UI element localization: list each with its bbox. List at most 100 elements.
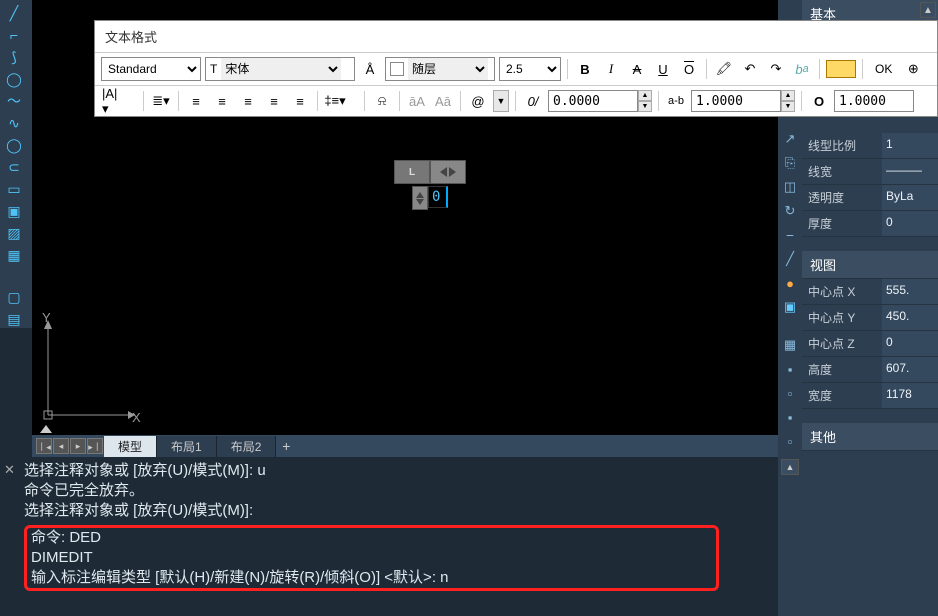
highlight-icon[interactable]: 🖍 — [713, 58, 735, 80]
canvas-marker-icon — [40, 425, 52, 433]
move-tool-icon[interactable]: ↗ — [781, 130, 799, 148]
mtext-editor[interactable]: L 0 — [394, 160, 466, 210]
overline-button[interactable]: O — [678, 58, 700, 80]
gradient-tool-icon[interactable]: ▦ — [0, 246, 28, 264]
options-icon[interactable]: ⊕ — [902, 58, 924, 80]
ruler-left-handle-icon[interactable] — [440, 167, 447, 177]
align-left-icon[interactable]: ≡ — [185, 90, 207, 112]
region-tool-icon[interactable]: ▢ — [0, 288, 28, 306]
ruler-corner-icon[interactable]: L — [394, 160, 430, 184]
text-height-select[interactable]: 2.5 — [499, 57, 561, 81]
tab-model[interactable]: 模型 — [104, 436, 157, 457]
hatch-tool-icon[interactable]: ▨ — [0, 224, 28, 242]
ok-button[interactable]: OK — [869, 60, 898, 78]
polyline-tool-icon[interactable]: ⌐ — [0, 26, 28, 44]
strike-button[interactable]: A — [626, 58, 648, 80]
rotate-tool-icon[interactable]: ↻ — [781, 202, 799, 220]
redo-icon[interactable]: ↷ — [765, 58, 787, 80]
spline-tool-icon[interactable]: 〜 — [0, 92, 28, 110]
props-section-view[interactable]: 视图 — [802, 251, 938, 279]
ruler-right-handle-icon[interactable] — [449, 167, 456, 177]
mirror-tool-icon[interactable]: ● — [781, 274, 799, 292]
columns-icon[interactable]: |A|▾ — [101, 90, 123, 112]
font-select-wrap[interactable]: T 宋体 — [205, 57, 355, 81]
stretch-tool-icon[interactable]: ◫ — [781, 178, 799, 196]
symbol-dropdown-icon[interactable]: ▼ — [493, 90, 509, 112]
ellipse-tool-icon[interactable]: ◯ — [0, 136, 28, 154]
underline-button[interactable]: U — [652, 58, 674, 80]
tab-last-icon[interactable]: ▸丨 — [87, 438, 103, 454]
align-center-icon[interactable]: ≡ — [211, 90, 233, 112]
panel-title: 文本格式 — [95, 21, 937, 52]
array-tool-icon[interactable]: ▦ — [781, 336, 799, 354]
widthfactor-input[interactable] — [834, 90, 914, 112]
arc-tool-icon[interactable]: ⟆ — [0, 48, 28, 66]
scale-tool-icon[interactable]: ▣ — [781, 298, 799, 316]
cmd-scroll-up-icon[interactable]: ▲ — [781, 459, 799, 475]
copy-tool-icon[interactable]: ⎘ — [781, 154, 799, 172]
linespacing-icon[interactable]: ‡≡▾ — [324, 90, 346, 112]
line-tool-icon[interactable]: ╱ — [0, 4, 28, 22]
tab-next-icon[interactable]: ▸ — [70, 438, 86, 454]
align-right-icon[interactable]: ≡ — [237, 90, 259, 112]
ruler-vertical[interactable] — [412, 186, 428, 210]
uppercase-icon[interactable]: āA — [406, 90, 428, 112]
ellipse-arc-tool-icon[interactable]: ⊂ — [0, 158, 28, 176]
extend-tool-icon[interactable]: ╱ — [781, 250, 799, 268]
ruler-toggle-icon[interactable] — [826, 60, 856, 78]
color-select[interactable]: 随层 — [408, 58, 488, 80]
oblique-up-icon[interactable]: ▲ — [638, 90, 652, 101]
props-row-transparency[interactable]: 透明度ByLa — [802, 185, 938, 211]
props-section-other[interactable]: 其他 — [802, 423, 938, 451]
stack-icon[interactable]: ba — [791, 58, 813, 80]
lowercase-icon[interactable]: Aā — [432, 90, 454, 112]
paragraph-icon[interactable]: ≣▾ — [150, 90, 172, 112]
tracking-up-icon[interactable]: ▲ — [781, 90, 795, 101]
justify-icon[interactable]: ≡ — [263, 90, 285, 112]
wave-tool-icon[interactable]: ∿ — [0, 114, 28, 132]
props-row-width[interactable]: 宽度1178 — [802, 383, 938, 409]
tab-prev-icon[interactable]: ◂ — [53, 438, 69, 454]
distribute-icon[interactable]: ≡ — [289, 90, 311, 112]
italic-button[interactable]: I — [600, 58, 622, 80]
tab-layout2[interactable]: 布局2 — [217, 436, 277, 457]
props-row-ltscale[interactable]: 线型比例1 — [802, 133, 938, 159]
command-window[interactable]: 选择注释对象或 [放弃(U)/模式(M)]: u 命令已完全放弃。 选择注释对象… — [16, 457, 778, 616]
props-row-center-y[interactable]: 中心点 Y450. — [802, 305, 938, 331]
tracking-down-icon[interactable]: ▼ — [781, 101, 795, 112]
ruler-up-handle-icon[interactable] — [416, 192, 424, 198]
annotative-icon[interactable]: Å — [359, 58, 381, 80]
numbering-icon[interactable]: ⍾ — [371, 90, 393, 112]
bold-button[interactable]: B — [574, 58, 596, 80]
offset-tool-icon[interactable]: ▫ — [781, 432, 799, 450]
props-row-lweight[interactable]: 线宽——— — [802, 159, 938, 185]
ruler-down-handle-icon[interactable] — [416, 199, 424, 205]
chamfer-tool-icon[interactable]: ▫ — [781, 384, 799, 402]
props-row-center-z[interactable]: 中心点 Z0 — [802, 331, 938, 357]
mtext-input[interactable]: 0 — [428, 186, 448, 208]
ruler-horizontal[interactable] — [430, 160, 466, 184]
color-select-wrap[interactable]: 随层 — [385, 57, 495, 81]
table-tool-icon[interactable]: ▤ — [0, 310, 28, 328]
font-select[interactable]: 宋体 — [221, 58, 341, 80]
tracking-input[interactable] — [691, 90, 781, 112]
font-icon: T — [206, 62, 221, 76]
fillet-tool-icon[interactable]: ▪ — [781, 360, 799, 378]
undo-icon[interactable]: ↶ — [739, 58, 761, 80]
trim-tool-icon[interactable]: ⎯ — [781, 226, 799, 244]
tab-layout1[interactable]: 布局1 — [157, 436, 217, 457]
text-style-select[interactable]: Standard — [101, 57, 201, 81]
explode-tool-icon[interactable]: ▪ — [781, 408, 799, 426]
props-row-height[interactable]: 高度607. — [802, 357, 938, 383]
tab-add-button[interactable]: + — [276, 438, 296, 454]
oblique-down-icon[interactable]: ▼ — [638, 101, 652, 112]
props-scroll-up-icon[interactable]: ▲ — [920, 2, 936, 18]
rect-tool-icon[interactable]: ▭ — [0, 180, 28, 198]
block-tool-icon[interactable]: ▣ — [0, 202, 28, 220]
circle-tool-icon[interactable]: ◯ — [0, 70, 28, 88]
tab-first-icon[interactable]: 丨◂ — [36, 438, 52, 454]
symbol-icon[interactable]: @ — [467, 90, 489, 112]
props-row-center-x[interactable]: 中心点 X555. — [802, 279, 938, 305]
props-row-thickness[interactable]: 厚度0 — [802, 211, 938, 237]
oblique-input[interactable] — [548, 90, 638, 112]
